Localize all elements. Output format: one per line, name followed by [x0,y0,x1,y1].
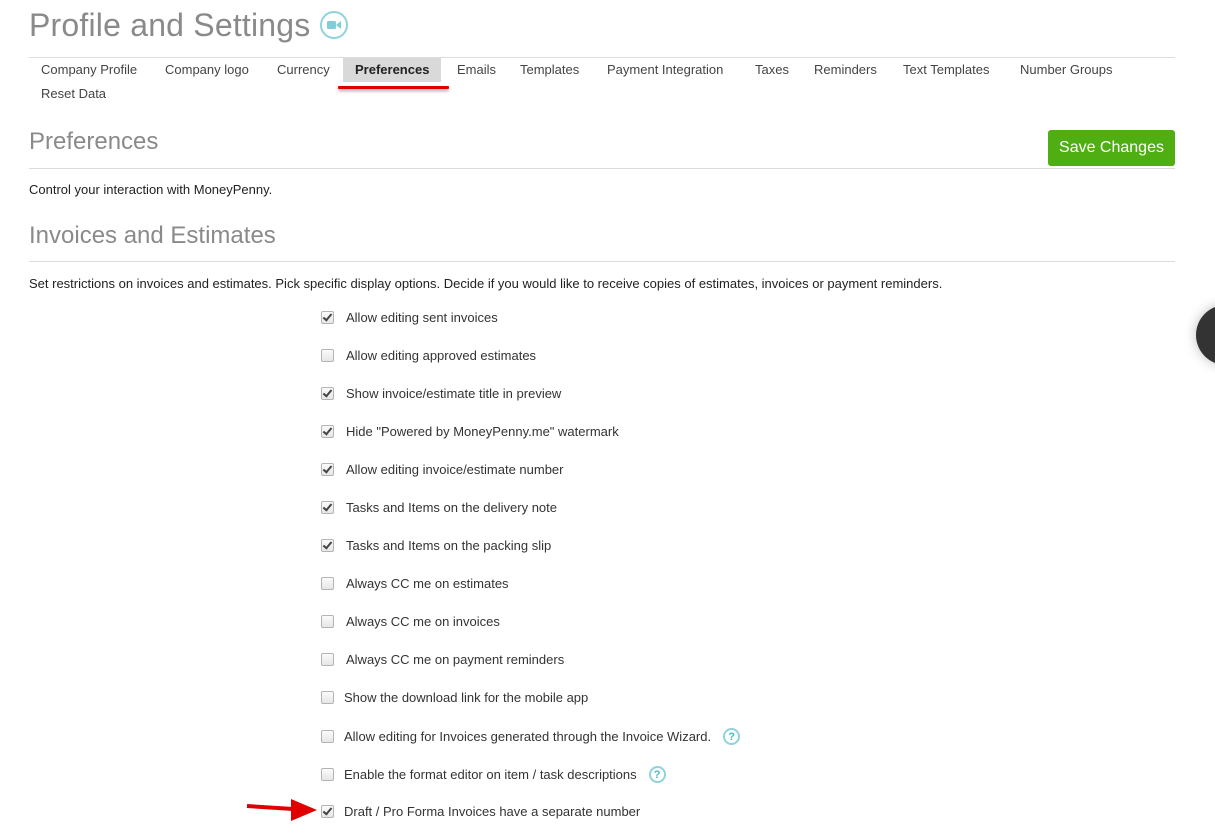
invoices-description: Set restrictions on invoices and estimat… [29,276,943,291]
option-label[interactable]: Allow editing approved estimates [346,348,536,363]
help-icon[interactable]: ? [723,728,741,745]
tab-currency[interactable]: Currency [265,58,342,82]
option-row: Allow editing approved estimates [321,348,536,363]
tab-text-templates[interactable]: Text Templates [891,58,1001,82]
option-checkbox[interactable] [321,768,334,781]
option-row: Always CC me on payment reminders [321,652,564,667]
option-row: Hide "Powered by MoneyPenny.me" watermar… [321,424,619,439]
option-checkbox[interactable] [321,691,334,704]
option-checkbox[interactable] [321,501,334,514]
save-changes-button[interactable]: Save Changes [1048,130,1175,166]
tab-taxes[interactable]: Taxes [743,58,801,82]
page-title: Profile and Settings [29,7,311,43]
option-checkbox[interactable] [321,539,334,552]
tab-preferences[interactable]: Preferences [343,58,442,82]
option-label[interactable]: Always CC me on estimates [346,576,509,591]
option-row: Always CC me on estimates [321,576,509,591]
tab-templates[interactable]: Templates [508,58,591,82]
option-row: Draft / Pro Forma Invoices have a separa… [321,804,640,819]
option-checkbox[interactable] [321,425,334,438]
annotation-underline [338,86,449,89]
tab-company-profile[interactable]: Company Profile [29,58,149,82]
option-row: Enable the format editor on item / task … [321,766,666,783]
tab-company-logo[interactable]: Company logo [153,58,261,82]
option-row: Tasks and Items on the delivery note [321,500,557,515]
preferences-divider [29,168,1175,169]
option-checkbox[interactable] [321,311,334,324]
tab-reset-data[interactable]: Reset Data [29,82,118,106]
option-label[interactable]: Allow editing sent invoices [346,310,498,325]
help-icon[interactable]: ? [648,766,666,783]
tab-emails[interactable]: Emails [445,58,508,82]
option-label[interactable]: Allow editing for Invoices generated thr… [344,729,711,744]
option-label[interactable]: Tasks and Items on the delivery note [346,500,557,515]
option-checkbox[interactable] [321,805,334,818]
option-checkbox[interactable] [321,577,334,590]
option-checkbox[interactable] [321,615,334,628]
option-checkbox[interactable] [321,653,334,666]
annotation-arrow-icon [246,799,317,821]
option-label[interactable]: Tasks and Items on the packing slip [346,538,551,553]
option-label[interactable]: Hide "Powered by MoneyPenny.me" watermar… [346,424,619,439]
option-label[interactable]: Always CC me on payment reminders [346,652,564,667]
option-checkbox[interactable] [321,463,334,476]
option-label[interactable]: Show invoice/estimate title in preview [346,386,561,401]
option-label[interactable]: Draft / Pro Forma Invoices have a separa… [344,804,640,819]
invoices-title: Invoices and Estimates [29,222,276,249]
option-row: Show the download link for the mobile ap… [321,690,588,705]
option-row: Tasks and Items on the packing slip [321,538,551,553]
option-label[interactable]: Allow editing invoice/estimate number [346,462,564,477]
invoices-divider [29,261,1175,262]
option-checkbox[interactable] [321,349,334,362]
preferences-description: Control your interaction with MoneyPenny… [29,182,273,197]
option-row: Allow editing for Invoices generated thr… [321,728,741,745]
option-checkbox[interactable] [321,387,334,400]
tab-payment-integration[interactable]: Payment Integration [595,58,735,82]
tab-reminders[interactable]: Reminders [802,58,889,82]
option-label[interactable]: Always CC me on invoices [346,614,500,629]
tab-number-groups[interactable]: Number Groups [1008,58,1124,82]
option-label[interactable]: Show the download link for the mobile ap… [344,690,588,705]
video-camera-icon[interactable] [320,11,348,39]
option-label[interactable]: Enable the format editor on item / task … [344,767,637,782]
option-row: Allow editing sent invoices [321,310,498,325]
chat-widget[interactable] [1196,305,1215,365]
option-checkbox[interactable] [321,730,334,743]
option-row: Always CC me on invoices [321,614,500,629]
preferences-title: Preferences [29,128,159,155]
option-row: Allow editing invoice/estimate number [321,462,564,477]
option-row: Show invoice/estimate title in preview [321,386,561,401]
